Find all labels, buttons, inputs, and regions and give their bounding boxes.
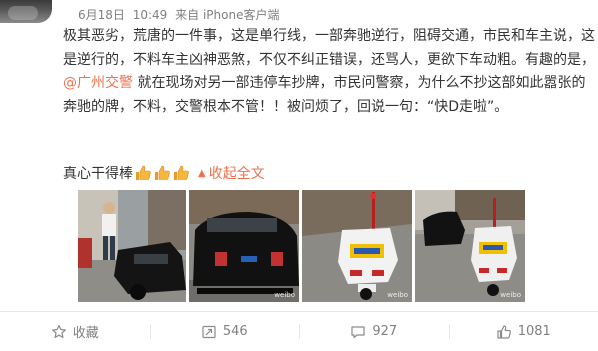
thumbs-up-icon [172, 164, 190, 182]
repost-count: 546 [222, 324, 248, 339]
comment-button[interactable]: 927 [299, 312, 449, 351]
comment-icon [350, 324, 366, 340]
post-meta: 6月18日 10:49 来自 iPhone客户端 [78, 7, 283, 23]
photo-watermark: weibo [387, 291, 408, 299]
thumbs-up-icon [134, 164, 152, 182]
collapse-arrow-icon: ▲ [198, 167, 206, 179]
favorite-button[interactable]: 收藏 [0, 312, 150, 351]
photo-watermark: weibo [274, 291, 295, 299]
post-source: 来自 iPhone客户端 [175, 8, 280, 22]
photo-police-motorcycle-rear[interactable]: weibo [302, 190, 412, 302]
post-text-part-2: 就在现场对另一部违停车抄牌，市民问警察，为什么不抄这部如此嚣张的奔驰的牌，不料，… [63, 75, 586, 115]
reaction-text: 真心干得棒 [63, 166, 133, 182]
post-time[interactable]: 10:49 [133, 8, 168, 22]
like-count: 1081 [517, 324, 551, 339]
thumbs-up-icon [153, 164, 171, 182]
photo-watermark: weibo [500, 291, 521, 299]
action-bar: 收藏 546 927 1081 [0, 312, 598, 351]
thumbs-up-icon [496, 324, 512, 340]
post-body: 极其恶劣，荒唐的一件事，这是单行线，一部奔驰逆行，阻碍交通，市民和车主说，这是逆… [63, 25, 595, 119]
reaction-line: 真心干得棒 ▲ 收起全文 [63, 162, 265, 184]
like-button[interactable]: 1081 [448, 312, 598, 351]
collapse-full-text-link[interactable]: ▲ 收起全文 [198, 163, 265, 183]
comment-count: 927 [372, 324, 398, 339]
post-text-part-1: 极其恶劣，荒唐的一件事，这是单行线，一部奔驰逆行，阻碍交通，市民和车主说，这是逆… [63, 28, 595, 68]
star-icon [51, 324, 67, 340]
avatar[interactable] [0, 0, 52, 23]
photo-grid: weibo weibo weibo [78, 190, 598, 302]
post-date[interactable]: 6月18日 [78, 8, 125, 22]
collapse-label: 收起全文 [208, 166, 265, 182]
favorite-label: 收藏 [72, 326, 99, 341]
mention-link[interactable]: @广州交警 [63, 75, 133, 91]
photo-motorcycle-and-car[interactable]: weibo [415, 190, 525, 302]
repost-icon [201, 324, 217, 340]
photo-mercedes-rear[interactable]: weibo [189, 190, 299, 302]
repost-button[interactable]: 546 [149, 312, 300, 351]
photo-man-beside-mercedes[interactable] [78, 190, 186, 302]
